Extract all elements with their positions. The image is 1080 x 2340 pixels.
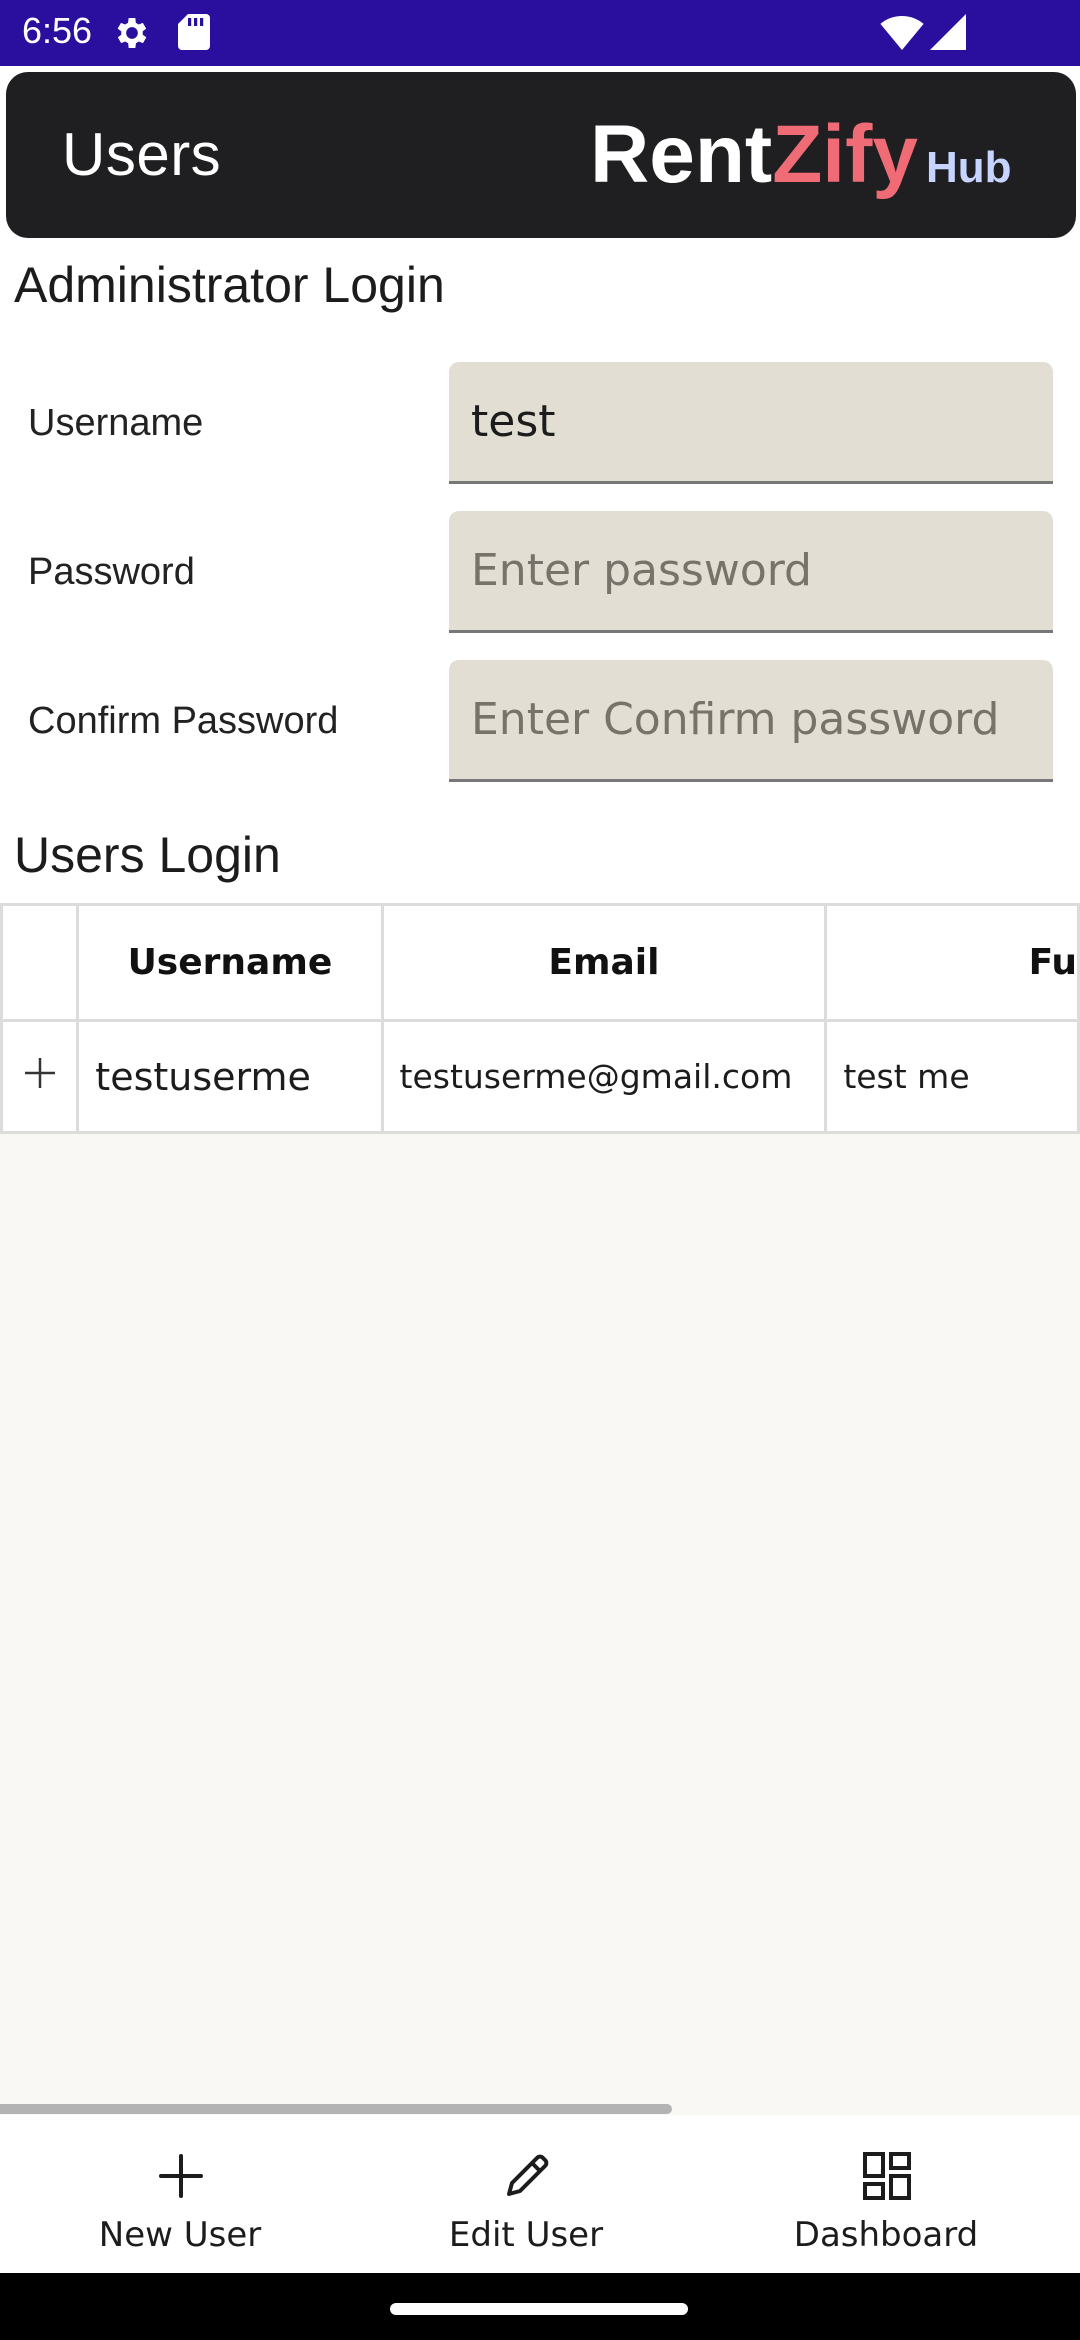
grid-header-email[interactable]: Email (380, 903, 828, 1022)
plus-icon (24, 1057, 55, 1088)
new-user-label: New User (98, 2215, 262, 2255)
cell-signal-icon (930, 14, 966, 50)
app-header: Users RentZify Hub (6, 72, 1076, 238)
pencil-icon (507, 2154, 549, 2196)
settings-gear-icon (117, 18, 147, 48)
password-label: Password (28, 551, 195, 593)
confirm-password-row: Confirm Password (0, 660, 1080, 782)
brand-logo-rent: Rent (590, 109, 773, 200)
password-field[interactable] (449, 511, 1053, 633)
confirm-password-label: Confirm Password (28, 700, 339, 742)
table-row[interactable]: testuserme testuserme@gmail.com test me (0, 1019, 1080, 1134)
grid-header-row: Username Email Fu (0, 903, 1080, 1022)
grid-header-username[interactable]: Username (76, 903, 384, 1022)
users-login-title: Users Login (14, 827, 281, 883)
edit-user-button[interactable]: Edit User (346, 2115, 706, 2273)
edit-user-label: Edit User (448, 2215, 604, 2255)
confirm-password-field[interactable] (449, 660, 1053, 782)
brand-logo-zify: Zify (772, 109, 919, 200)
password-row: Password (0, 511, 1080, 633)
home-gesture-handle[interactable] (390, 2303, 688, 2315)
row-expand-button[interactable] (0, 1019, 80, 1134)
page-title: Users (62, 121, 222, 188)
bottom-navigation: New User Edit User Dashboard (0, 2115, 1080, 2273)
dashboard-button[interactable]: Dashboard (706, 2115, 1066, 2273)
wifi-icon (880, 15, 924, 50)
brand-logo-hub: Hub (926, 143, 1012, 192)
sd-card-icon (178, 14, 210, 50)
users-grid-viewport[interactable]: Username Email Fu testuserme testuserme@… (0, 903, 1080, 2115)
plus-icon (159, 2154, 203, 2198)
cell-full-name[interactable]: test me (824, 1019, 1080, 1134)
dashboard-grid-icon (863, 2152, 911, 2200)
grid-header-full-name[interactable]: Fu (824, 903, 1080, 1022)
admin-login-title: Administrator Login (14, 257, 445, 313)
brand-logo: RentZify Hub (590, 108, 1012, 208)
status-time: 6:56 (22, 10, 93, 51)
grid-header-expand (0, 903, 80, 1022)
new-user-button[interactable]: New User (0, 2115, 360, 2273)
users-grid: Username Email Fu testuserme testuserme@… (0, 903, 1080, 1134)
username-field[interactable] (449, 362, 1053, 484)
cell-email[interactable]: testuserme@gmail.com (380, 1019, 828, 1134)
username-row: Username (0, 362, 1080, 484)
horizontal-scrollbar[interactable] (0, 2104, 672, 2114)
dashboard-label: Dashboard (793, 2215, 979, 2255)
system-gesture-bar (0, 2273, 1080, 2340)
username-label: Username (28, 402, 204, 444)
status-bar: 6:56 (0, 0, 1080, 66)
cell-username[interactable]: testuserme (76, 1019, 384, 1134)
